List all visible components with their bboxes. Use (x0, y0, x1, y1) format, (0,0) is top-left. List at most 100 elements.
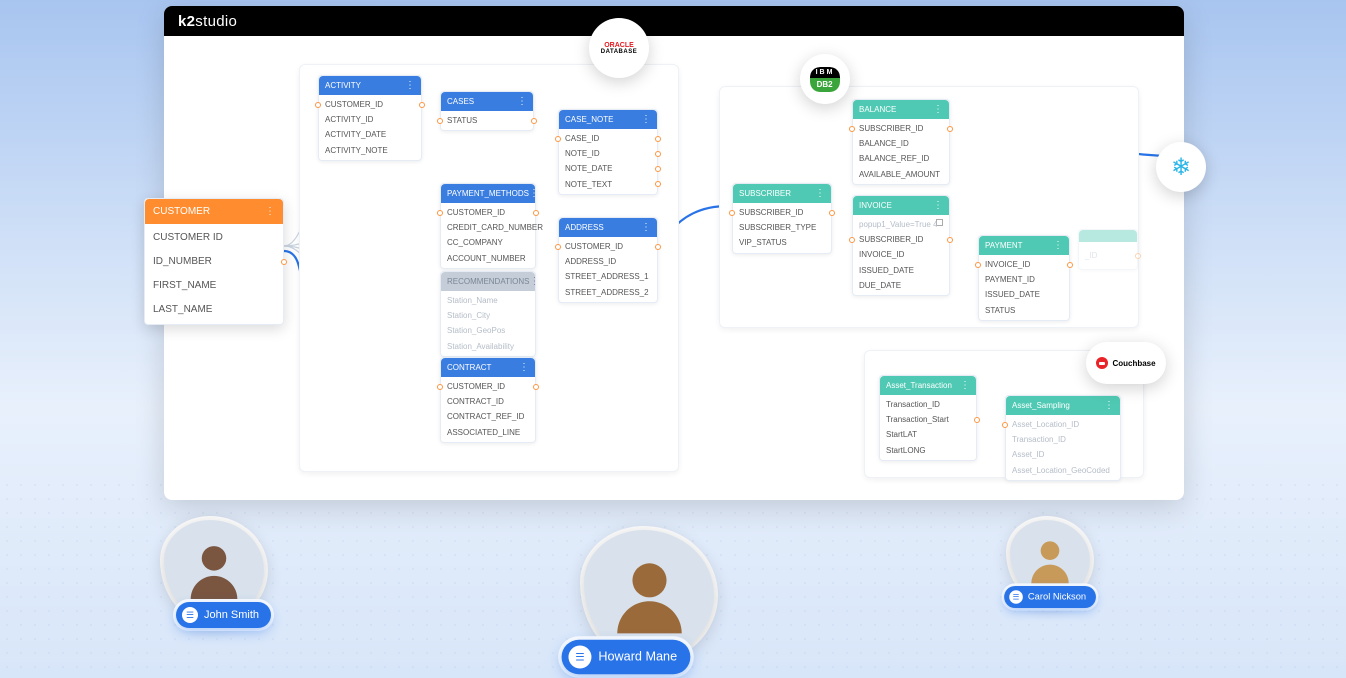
field[interactable]: ID_NUMBER (145, 250, 283, 274)
field[interactable]: StartLONG (880, 443, 976, 458)
field[interactable]: CASE_ID (559, 131, 657, 146)
entity-payment-methods[interactable]: PAYMENT_METHODS⋮ CUSTOMER_ID CREDIT_CARD… (440, 183, 536, 269)
person-howard: ☰ Howard Mane (584, 530, 714, 660)
field[interactable]: CUSTOMER ID (145, 226, 283, 250)
field[interactable]: Station_GeoPos (441, 323, 535, 338)
more-icon[interactable]: ⋮ (265, 206, 275, 217)
field[interactable]: Station_Availability (441, 339, 535, 354)
more-icon[interactable]: ⋮ (815, 188, 825, 199)
field[interactable]: FIRST_NAME (145, 274, 283, 298)
field[interactable]: Transaction_ID (1006, 432, 1120, 447)
field[interactable]: NOTE_TEXT (559, 177, 657, 192)
field[interactable]: Asset_Location_GeoCoded (1006, 463, 1120, 478)
more-icon[interactable]: ⋮ (519, 362, 529, 373)
person-pill-howard[interactable]: ☰ Howard Mane (562, 640, 691, 675)
person-pill-john[interactable]: ☰ John Smith (176, 602, 271, 628)
field[interactable]: STATUS (979, 303, 1069, 318)
field[interactable]: SUBSCRIBER_TYPE (733, 220, 831, 235)
database-icon: ☰ (1009, 590, 1023, 604)
database-icon: ☰ (182, 607, 198, 623)
field[interactable]: ISSUED_DATE (979, 287, 1069, 302)
field[interactable]: ISSUED_DATE (853, 263, 949, 278)
field[interactable]: CUSTOMER_ID (319, 97, 421, 112)
entity-header-customer[interactable]: CUSTOMER ⋮ (145, 199, 283, 224)
field[interactable]: ACTIVITY_DATE (319, 127, 421, 142)
field[interactable]: ACCOUNT_NUMBER (441, 251, 535, 266)
field[interactable]: LAST_NAME (145, 298, 283, 322)
field[interactable]: CONTRACT_REF_ID (441, 409, 535, 424)
field[interactable]: Asset_ID (1006, 447, 1120, 462)
field[interactable]: Transaction_ID (880, 397, 976, 412)
field[interactable]: STATUS (441, 113, 533, 128)
entity-invoice[interactable]: INVOICE⋮ popup1_Value=True 4 SUBSCRIBER_… (852, 195, 950, 296)
more-icon[interactable]: ⋮ (1104, 400, 1114, 411)
field[interactable]: Asset_Location_ID (1006, 417, 1120, 432)
more-icon[interactable]: ⋮ (517, 96, 527, 107)
field (1079, 263, 1137, 267)
field[interactable]: CUSTOMER_ID (441, 379, 535, 394)
field[interactable]: CC_COMPANY (441, 235, 535, 250)
field[interactable]: VIP_STATUS (733, 235, 831, 250)
oracle-logo: ORACLE DATABASE (589, 18, 649, 78)
entity-faded: _ID (1078, 229, 1138, 270)
entity-case-note[interactable]: CASE_NOTE⋮ CASE_ID NOTE_ID NOTE_DATE NOT… (558, 109, 658, 195)
entity-address[interactable]: ADDRESS⋮ CUSTOMER_ID ADDRESS_ID STREET_A… (558, 217, 658, 303)
more-icon[interactable]: ⋮ (933, 104, 943, 115)
field: _ID (1079, 248, 1137, 263)
more-icon[interactable]: ⋮ (641, 222, 651, 233)
field[interactable]: SUBSCRIBER_ID (853, 232, 949, 247)
person-pill-carol[interactable]: ☰ Carol Nickson (1004, 586, 1096, 608)
more-icon[interactable]: ⋮ (933, 200, 943, 211)
more-icon[interactable]: ⋮ (529, 188, 539, 199)
snowflake-logo: ❄ (1156, 142, 1206, 192)
field[interactable]: StartLAT (880, 427, 976, 442)
field[interactable]: ADDRESS_ID (559, 254, 657, 269)
ibm-db2-logo: IBM DB2 (800, 54, 850, 104)
more-icon[interactable]: ⋮ (641, 114, 651, 125)
title-bar: k2studio (164, 6, 1184, 36)
field[interactable]: BALANCE_ID (853, 136, 949, 151)
entity-title: CUSTOMER (153, 206, 210, 217)
field[interactable]: DUE_DATE (853, 278, 949, 293)
more-icon[interactable]: ⋮ (1053, 240, 1063, 251)
entity-customer[interactable]: CUSTOMER ⋮ CUSTOMER ID ID_NUMBER FIRST_NA… (144, 198, 284, 325)
field[interactable]: STREET_ADDRESS_2 (559, 285, 657, 300)
entity-activity[interactable]: ACTIVITY⋮ CUSTOMER_ID ACTIVITY_ID ACTIVI… (318, 75, 422, 161)
field[interactable]: Station_City (441, 308, 535, 323)
more-icon[interactable]: ⋮ (960, 380, 970, 391)
entity-asset-transaction[interactable]: Asset_Transaction⋮ Transaction_ID Transa… (879, 375, 977, 461)
field[interactable]: BALANCE_REF_ID (853, 151, 949, 166)
entity-contract[interactable]: CONTRACT⋮ CUSTOMER_ID CONTRACT_ID CONTRA… (440, 357, 536, 443)
panel-db2: SUBSCRIBER⋮ SUBSCRIBER_ID SUBSCRIBER_TYP… (719, 86, 1139, 328)
field[interactable]: CUSTOMER_ID (441, 205, 535, 220)
field[interactable]: popup1_Value=True 4 (853, 217, 949, 232)
entity-cases[interactable]: CASES⋮ STATUS (440, 91, 534, 131)
field[interactable]: CUSTOMER_ID (559, 239, 657, 254)
canvas[interactable]: CUSTOMER⋮ CUSTOMER ID ID_NUMBER FIRST_NA… (164, 36, 1184, 500)
field[interactable]: CONTRACT_ID (441, 394, 535, 409)
field[interactable]: Transaction_Start (880, 412, 976, 427)
field[interactable]: ASSOCIATED_LINE (441, 425, 535, 440)
field[interactable]: AVAILABLE_AMOUNT (853, 167, 949, 182)
field[interactable]: INVOICE_ID (979, 257, 1069, 272)
field[interactable]: INVOICE_ID (853, 247, 949, 262)
checkbox-icon[interactable] (936, 219, 943, 226)
field[interactable]: PAYMENT_ID (979, 272, 1069, 287)
more-icon[interactable]: ⋮ (405, 80, 415, 91)
field[interactable]: CREDIT_CARD_NUMBER (441, 220, 535, 235)
field[interactable]: STREET_ADDRESS_1 (559, 269, 657, 284)
field[interactable]: NOTE_ID (559, 146, 657, 161)
entity-payment[interactable]: PAYMENT⋮ INVOICE_ID PAYMENT_ID ISSUED_DA… (978, 235, 1070, 321)
field[interactable]: Station_Name (441, 293, 535, 308)
app-logo: k2studio (178, 13, 237, 30)
entity-recommendations[interactable]: RECOMMENDATIONS⋮ Station_Name Station_Ci… (440, 271, 536, 357)
entity-balance[interactable]: BALANCE⋮ SUBSCRIBER_ID BALANCE_ID BALANC… (852, 99, 950, 185)
field[interactable]: ACTIVITY_NOTE (319, 143, 421, 158)
entity-subscriber[interactable]: SUBSCRIBER⋮ SUBSCRIBER_ID SUBSCRIBER_TYP… (732, 183, 832, 254)
field[interactable]: SUBSCRIBER_ID (853, 121, 949, 136)
more-icon[interactable]: ⋮ (530, 276, 540, 287)
field[interactable]: ACTIVITY_ID (319, 112, 421, 127)
entity-asset-sampling[interactable]: Asset_Sampling⋮ Asset_Location_ID Transa… (1005, 395, 1121, 481)
field[interactable]: SUBSCRIBER_ID (733, 205, 831, 220)
field[interactable]: NOTE_DATE (559, 161, 657, 176)
